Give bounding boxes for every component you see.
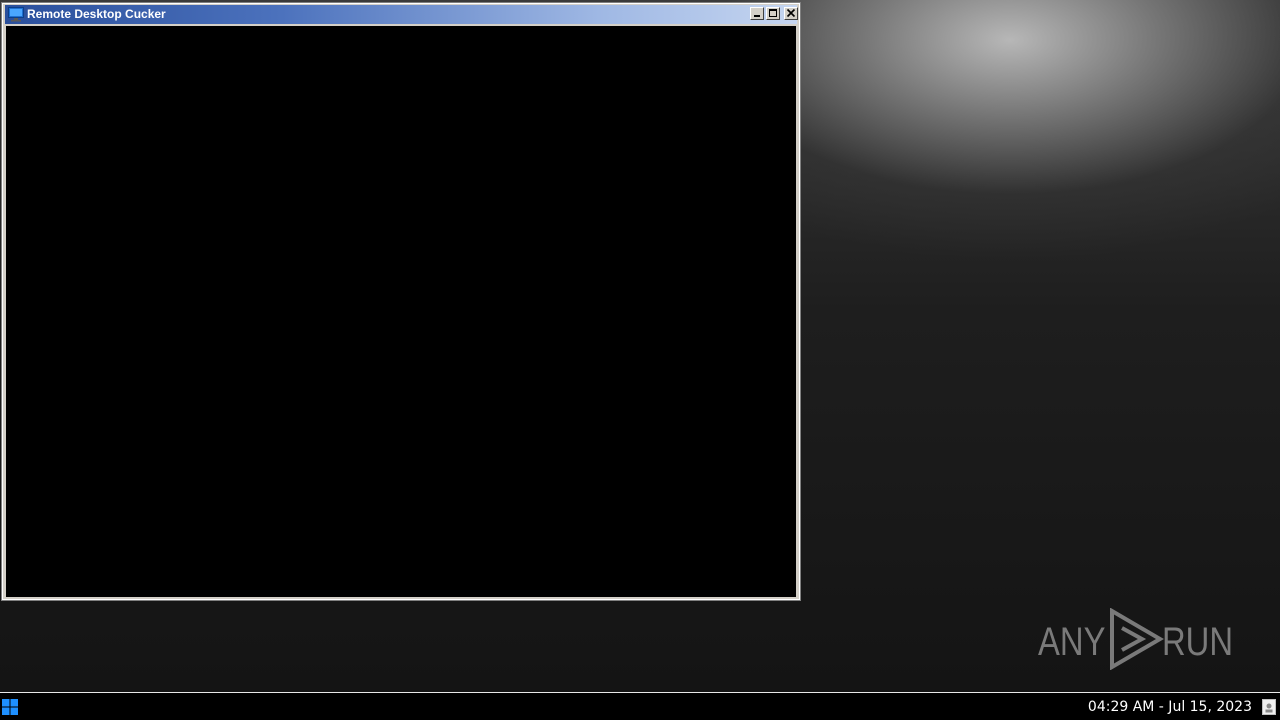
- window-titlebar[interactable]: Remote Desktop Cucker: [5, 5, 798, 24]
- maximize-icon: [769, 9, 777, 17]
- start-button[interactable]: [1, 698, 19, 716]
- close-icon: [786, 8, 796, 18]
- minimize-icon: [754, 15, 760, 17]
- close-button[interactable]: [784, 7, 798, 20]
- notification-button[interactable]: [1262, 699, 1276, 715]
- taskbar-clock[interactable]: 04:29 AM - Jul 15, 2023: [1088, 698, 1252, 716]
- maximize-button[interactable]: [766, 7, 780, 20]
- anyrun-watermark: ANY RUN: [1038, 606, 1234, 672]
- monitor-icon: [8, 7, 24, 22]
- windows-logo-icon: [2, 699, 18, 715]
- minimize-button[interactable]: [750, 7, 764, 20]
- remote-view-area[interactable]: [6, 26, 796, 597]
- remote-desktop-window[interactable]: Remote Desktop Cucker: [1, 2, 801, 601]
- play-triangle-logo-icon: [1110, 608, 1164, 670]
- notification-icon: [1265, 703, 1273, 713]
- watermark-right-text: RUN: [1162, 620, 1234, 664]
- taskbar: 04:29 AM - Jul 15, 2023: [0, 692, 1280, 720]
- watermark-left-text: ANY: [1038, 620, 1106, 664]
- window-title: Remote Desktop Cucker: [27, 7, 166, 21]
